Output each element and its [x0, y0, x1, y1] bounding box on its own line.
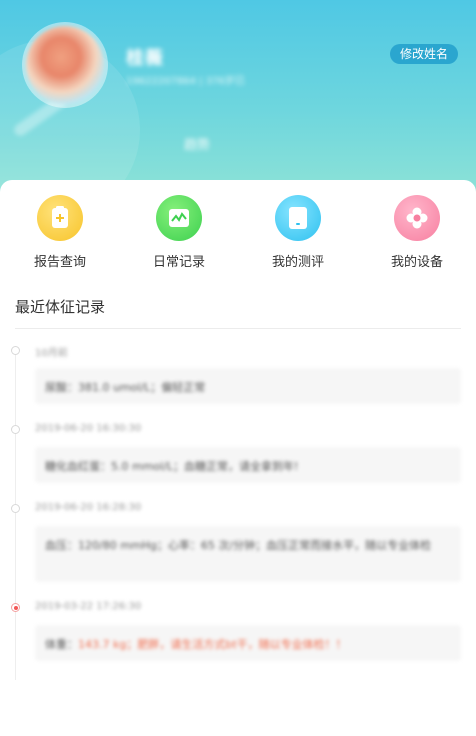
section-title: 最近体征记录 [15, 298, 106, 316]
section-divider [15, 328, 461, 329]
record-item-alert[interactable]: 体重：143.7 kg；肥胖，请生活方式bt干，随以专业体检！！ [35, 625, 461, 661]
chart-icon [156, 195, 202, 241]
nav-my-assessment[interactable]: 我的测评 [253, 195, 343, 270]
record-time: 10月前 [35, 348, 68, 359]
record-time: 2019-06-20 16:28:30 [35, 502, 142, 513]
profile-header: 桂薇 19622207864 | 376岁已 修改姓名 趋势 [0, 0, 476, 200]
nav-my-device-label: 我的设备 [390, 255, 443, 270]
user-name: 桂薇 [126, 48, 164, 69]
record-item[interactable]: 尿酸：381.0 umol/L；偏轻正常 [35, 368, 461, 404]
nav-report-query[interactable]: 报告查询 [15, 195, 105, 270]
timeline-dot [11, 346, 20, 355]
avatar-ring[interactable] [22, 22, 108, 108]
nav-daily-record[interactable]: 日常记录 [134, 195, 224, 270]
timeline-dot [11, 504, 20, 513]
nav-my-assessment-label: 我的测评 [271, 255, 324, 270]
nav-my-device[interactable]: 我的设备 [372, 195, 462, 270]
flower-icon [394, 195, 440, 241]
record-item[interactable]: 糖化血红蛋：5.0 mmol/L；血糖正常，请全拿到年! [35, 447, 461, 483]
tablet-icon [275, 195, 321, 241]
nav-report-query-label: 报告查询 [33, 255, 86, 270]
nav-daily-record-label: 日常记录 [152, 255, 205, 270]
user-info: 19622207864 | 376岁已 [126, 76, 245, 87]
edit-name-button[interactable]: 修改姓名 [390, 44, 459, 64]
header-tag[interactable]: 趋势 [184, 134, 210, 153]
record-time: 2019-06-20 16:30:30 [35, 423, 142, 434]
report-icon [37, 195, 83, 241]
record-alert-text: 143.7 kg；肥胖，请生活方式bt干，随以专业体检！！ [78, 638, 347, 651]
timeline-line [15, 350, 16, 680]
timeline-dot [11, 425, 20, 434]
record-time: 2019-03-22 17:26:30 [35, 601, 142, 612]
main-card: 报告查询 日常记录 我的测评 我的设备 最近体征记录 10月前 尿酸：381.0… [0, 180, 476, 736]
avatar[interactable] [26, 26, 104, 104]
record-item[interactable]: 血压：120/80 mmHg；心率：65 次/分钟；血压正常而接水平，随以专业体… [35, 526, 461, 582]
record-prefix: 体重： [45, 638, 78, 651]
timeline-dot-alert [11, 603, 20, 612]
